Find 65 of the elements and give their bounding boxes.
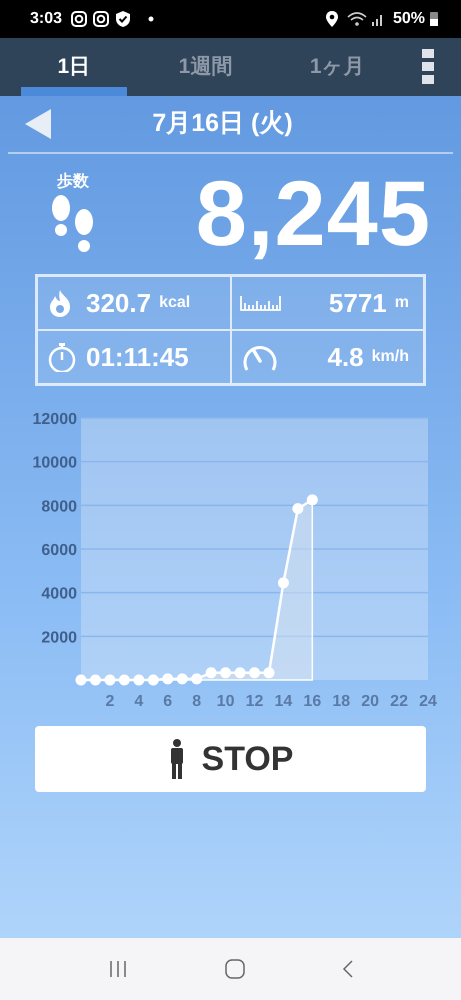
y-tick-label: 8000 — [41, 498, 77, 516]
shield-check-icon — [114, 10, 132, 28]
menu-icon — [422, 49, 434, 85]
data-point — [306, 494, 318, 506]
x-tick-label: 12 — [246, 693, 264, 710]
data-point — [220, 667, 232, 678]
data-point — [76, 674, 86, 686]
home-icon[interactable] — [224, 958, 246, 980]
ruler-icon — [240, 295, 280, 311]
data-point — [206, 667, 217, 678]
data-point — [263, 667, 274, 678]
y-tick-label: 10000 — [32, 454, 77, 472]
x-tick-label: 24 — [419, 693, 437, 710]
tab[interactable]: 1日 — [8, 38, 140, 96]
y-tick-label: 6000 — [41, 542, 77, 559]
x-tick-label: 10 — [216, 693, 234, 710]
location-pin-icon — [324, 10, 339, 28]
dot-icon — [148, 16, 154, 22]
date-label: 7月16日 (火) — [151, 108, 294, 140]
stat-value: 4.8 — [328, 340, 364, 374]
signal-icon — [370, 12, 385, 26]
x-tick-label: 18 — [332, 693, 350, 710]
x-tick-label: 2 — [105, 693, 114, 710]
y-tick-label: 12000 — [32, 411, 77, 428]
stat-value: 01:11:45 — [86, 340, 189, 374]
x-tick-label: 6 — [163, 693, 172, 710]
data-point — [148, 674, 159, 686]
data-point — [249, 667, 260, 678]
camera-app-icon — [70, 10, 88, 28]
steps-label: 歩数 — [57, 172, 89, 192]
battery-percent: 50% — [392, 9, 425, 29]
stop-button[interactable]: STOP — [35, 726, 426, 792]
y-tick-label: 4000 — [41, 586, 77, 603]
x-tick-label: 14 — [274, 693, 292, 710]
data-point — [278, 577, 289, 588]
data-point — [118, 674, 130, 686]
data-point — [104, 674, 116, 686]
x-tick-label: 16 — [303, 693, 322, 710]
tab[interactable]: 1週間 — [140, 38, 272, 96]
back-arrow-icon — [25, 109, 51, 139]
tab[interactable]: 1ヶ月 — [271, 38, 404, 96]
status-time: 3:03 — [30, 9, 62, 29]
data-point — [234, 667, 246, 678]
stat-value: 320.7 — [86, 286, 152, 320]
y-tick-label: 2000 — [41, 629, 77, 646]
stat-unit: km/h — [372, 347, 409, 367]
data-point — [292, 503, 304, 514]
stat-unit: m — [394, 293, 409, 313]
data-point — [191, 673, 202, 684]
stat-unit: kcal — [159, 293, 190, 313]
back-icon[interactable] — [340, 958, 354, 980]
x-tick-label: 20 — [361, 693, 380, 710]
data-point — [90, 674, 101, 686]
data-point — [162, 673, 174, 684]
data-point — [133, 674, 144, 686]
stopwatch-icon — [46, 342, 78, 372]
data-point — [176, 673, 188, 684]
wifi-icon — [346, 11, 367, 27]
battery-icon — [429, 11, 439, 27]
x-tick-label: 8 — [192, 693, 202, 710]
x-tick-label: 22 — [390, 693, 408, 710]
x-tick-label: 4 — [134, 693, 144, 710]
step-count: 8,245 — [196, 168, 431, 260]
stat-value: 5771 — [328, 286, 387, 320]
camera-app-icon — [92, 10, 110, 28]
